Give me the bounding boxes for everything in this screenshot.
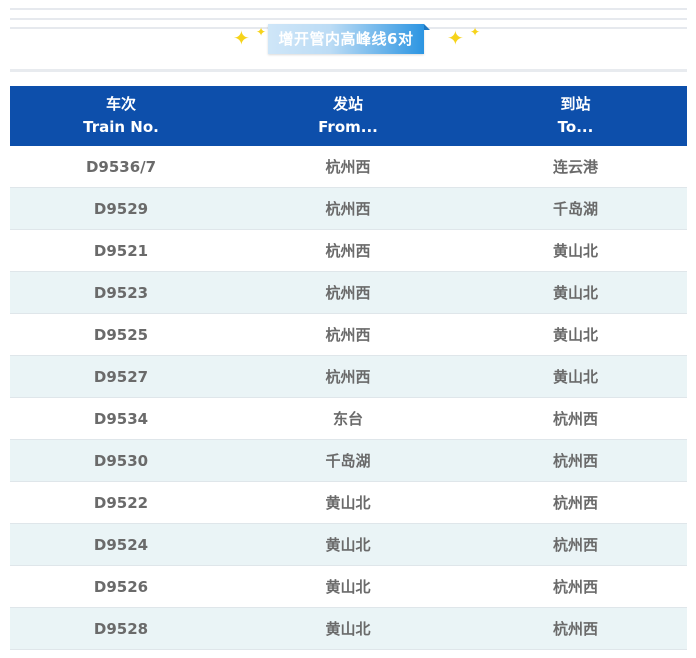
header-en: Train No. xyxy=(83,118,159,136)
header-train-no: 车次 Train No. xyxy=(10,86,232,146)
cell-from-station: 杭州西 xyxy=(325,326,371,344)
header-en: From... xyxy=(318,118,378,136)
sparkle-icon: ✦ xyxy=(233,26,250,50)
cell-train-no: D9523 xyxy=(93,283,149,302)
sparkle-icon: ✦ xyxy=(256,25,267,39)
cell-train-no: D9529 xyxy=(93,199,149,218)
banner-title-text: 增开管内高峰线6对 xyxy=(278,30,414,48)
cell-to-station: 黄山北 xyxy=(552,284,598,302)
cell-to-station: 杭州西 xyxy=(552,410,598,428)
cell-train-no: D9522 xyxy=(93,493,149,512)
table-row: D9536/7 杭州西 连云港 xyxy=(10,146,687,188)
header-cn: 车次 xyxy=(105,95,136,113)
cell-train-no: D9530 xyxy=(93,451,149,470)
table-row: D9522 黄山北 杭州西 xyxy=(10,482,687,524)
banner-stripe xyxy=(10,8,687,10)
table-row: D9525 杭州西 黄山北 xyxy=(10,314,687,356)
train-table: 车次 Train No. 发站 From... 到站 To... D9536/7… xyxy=(10,86,687,650)
cell-from-station: 黄山北 xyxy=(325,578,371,596)
cell-from-station: 杭州西 xyxy=(325,368,371,386)
banner-title-tip xyxy=(424,24,430,30)
cell-to-station: 黄山北 xyxy=(552,326,598,344)
cell-from-station: 黄山北 xyxy=(325,494,371,512)
cell-to-station: 连云港 xyxy=(552,158,598,176)
table-row: D9527 杭州西 黄山北 xyxy=(10,356,687,398)
page: ✦ ✦ 增开管内高峰线6对 ✦ ✦ 车次 Train No. 发站 From..… xyxy=(0,0,696,658)
table-row: D9526 黄山北 杭州西 xyxy=(10,566,687,608)
sparkle-icon: ✦ xyxy=(470,25,481,39)
banner-divider xyxy=(10,69,687,72)
cell-train-no: D9525 xyxy=(93,325,149,344)
table-row: D9524 黄山北 杭州西 xyxy=(10,524,687,566)
table-row: D9521 杭州西 黄山北 xyxy=(10,230,687,272)
cell-to-station: 杭州西 xyxy=(552,578,598,596)
cell-from-station: 千岛湖 xyxy=(325,452,371,470)
cell-to-station: 千岛湖 xyxy=(552,200,598,218)
table-row: D9530 千岛湖 杭州西 xyxy=(10,440,687,482)
cell-train-no: D9526 xyxy=(93,577,149,596)
sparkle-icon: ✦ xyxy=(447,26,464,50)
cell-train-no: D9524 xyxy=(93,535,149,554)
banner-title: 增开管内高峰线6对 xyxy=(268,24,430,54)
header-cn: 到站 xyxy=(560,95,591,113)
cell-train-no: D9528 xyxy=(93,619,149,638)
header-cn: 发站 xyxy=(332,95,363,113)
cell-to-station: 黄山北 xyxy=(552,242,598,260)
cell-from-station: 杭州西 xyxy=(325,200,371,218)
header-from: 发站 From... xyxy=(232,86,464,146)
header-to: 到站 To... xyxy=(464,86,687,146)
cell-from-station: 黄山北 xyxy=(325,620,371,638)
cell-to-station: 杭州西 xyxy=(552,494,598,512)
table-body: D9536/7 杭州西 连云港 D9529 杭州西 千岛湖 D9521 杭州西 黄山北 D9523… xyxy=(10,146,687,650)
section-banner: ✦ ✦ 增开管内高峰线6对 ✦ ✦ xyxy=(10,0,687,74)
cell-train-no: D9527 xyxy=(93,367,149,386)
cell-from-station: 杭州西 xyxy=(325,242,371,260)
banner-stripe xyxy=(10,18,687,20)
cell-train-no: D9521 xyxy=(93,241,149,260)
table-row: D9529 杭州西 千岛湖 xyxy=(10,188,687,230)
table-row: D9523 杭州西 黄山北 xyxy=(10,272,687,314)
cell-to-station: 杭州西 xyxy=(552,536,598,554)
cell-train-no: D9534 xyxy=(93,409,149,428)
header-en: To... xyxy=(557,118,594,136)
cell-from-station: 杭州西 xyxy=(325,284,371,302)
cell-from-station: 黄山北 xyxy=(325,536,371,554)
cell-from-station: 杭州西 xyxy=(325,158,371,176)
table-row: D9534 东台 杭州西 xyxy=(10,398,687,440)
cell-to-station: 杭州西 xyxy=(552,452,598,470)
cell-to-station: 黄山北 xyxy=(552,368,598,386)
cell-train-no: D9536/7 xyxy=(85,157,157,176)
cell-to-station: 杭州西 xyxy=(552,620,598,638)
cell-from-station: 东台 xyxy=(332,410,363,428)
table-row: D9528 黄山北 杭州西 xyxy=(10,608,687,650)
table-header: 车次 Train No. 发站 From... 到站 To... xyxy=(10,86,687,146)
